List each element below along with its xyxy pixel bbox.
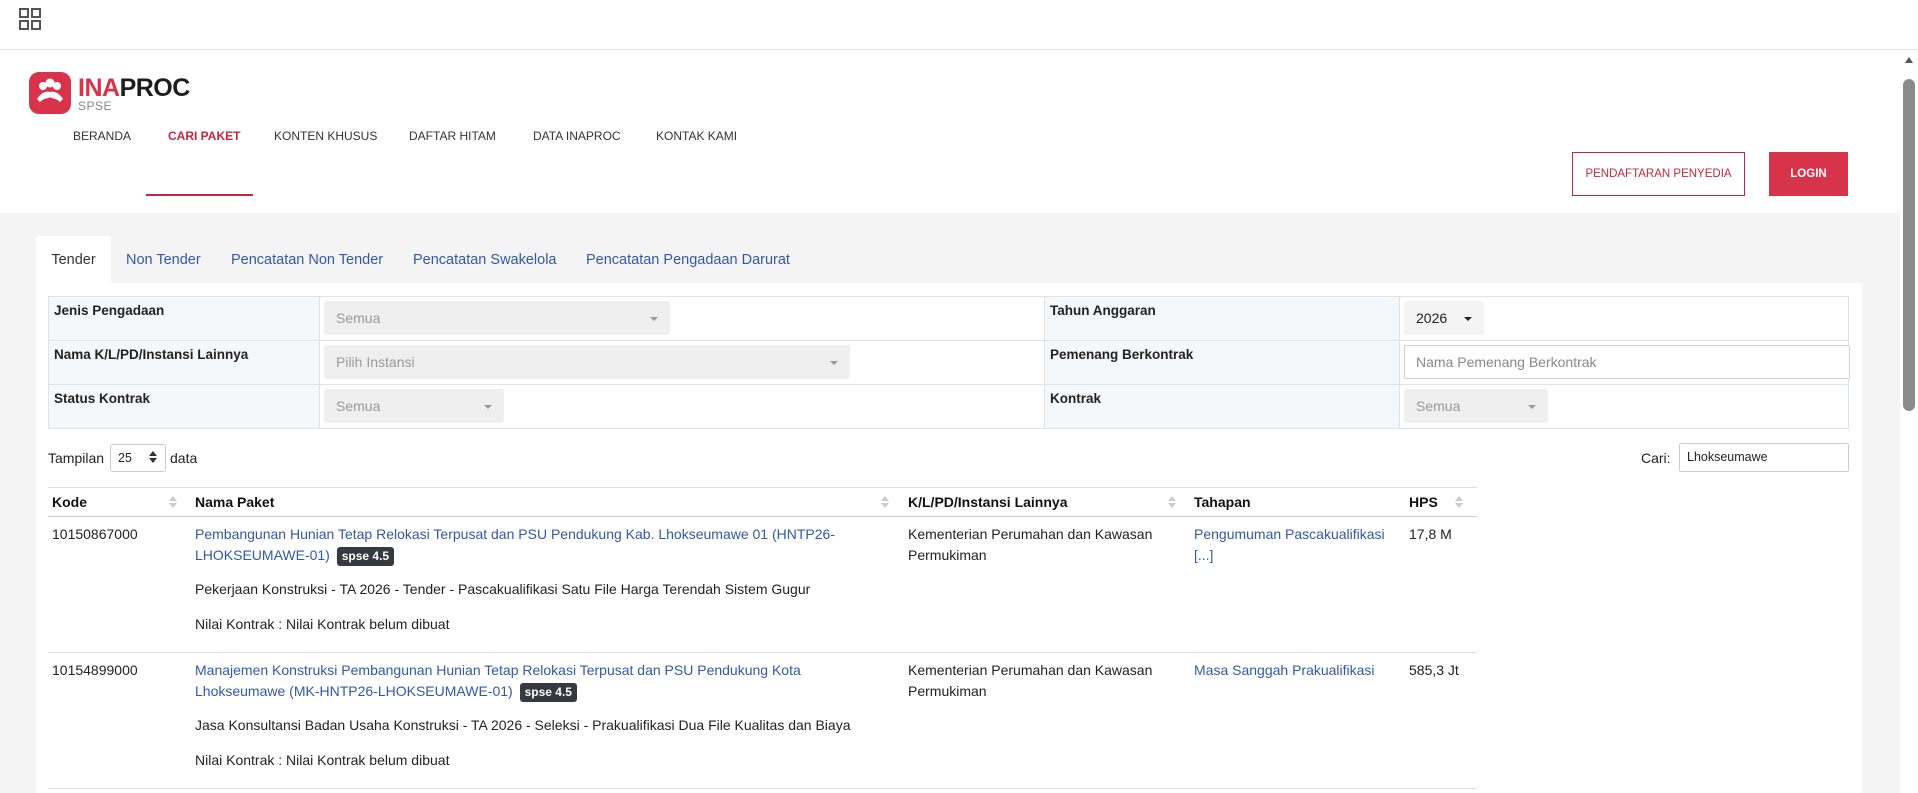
column-header-hps[interactable]: HPS [1409, 488, 1438, 518]
kontrak-label: Kontrak [1044, 384, 1400, 429]
instansi-value: Pilih Instansi [336, 354, 415, 370]
table-row: 10154899000 Manajemen Konstruksi Pembang… [48, 653, 1477, 789]
instansi-line: Permukiman [908, 683, 987, 699]
sort-icon[interactable] [1168, 496, 1176, 510]
row-nilai-kontrak: Nilai Kontrak : Nilai Kontrak belum dibu… [195, 752, 450, 768]
chevron-down-icon [484, 405, 492, 409]
page-length-label: Tampilan [48, 450, 105, 466]
spse-version-badge: spse 4.5 [336, 547, 395, 566]
jenis-pengadaan-cell: Semua [319, 296, 1045, 341]
page-length-select[interactable]: 25 [110, 444, 166, 472]
column-header-kode[interactable]: Kode [52, 488, 87, 518]
row-kode: 10154899000 [52, 662, 138, 678]
status-kontrak-value: Semua [336, 398, 381, 414]
row-nama-paket: Manajemen Konstruksi Pembangunan Hunian … [195, 660, 885, 702]
tab-tender[interactable]: Tender [36, 236, 111, 284]
jenis-pengadaan-label: Jenis Pengadaan [48, 296, 320, 341]
tahun-anggaran-select[interactable]: 2026 [1404, 301, 1484, 335]
tab-pencatatan-pengadaan-darurat[interactable]: Pencatatan Pengadaan Darurat [586, 250, 790, 284]
row-description: Jasa Konsultansi Badan Usaha Konstruksi … [195, 717, 851, 733]
instansi-label: Nama K/L/PD/Instansi Lainnya [48, 340, 320, 385]
nav-beranda[interactable]: BERANDA [73, 100, 131, 146]
column-header-nama-paket[interactable]: Nama Paket [195, 488, 274, 518]
jenis-pengadaan-value: Semua [336, 310, 381, 326]
people-handshake-icon [29, 72, 71, 114]
page-length-value: 25 [118, 451, 132, 465]
search-input[interactable]: Lhokseumawe [1679, 443, 1849, 472]
row-instansi: Kementerian Perumahan dan Kawasan Permuk… [908, 660, 1178, 702]
search-label: Cari: [1641, 450, 1671, 466]
filter-table: Jenis Pengadaan Semua Tahun Anggaran 202… [48, 296, 1850, 429]
tahapan-more-link[interactable]: [...] [1194, 547, 1213, 563]
chevron-down-icon [650, 317, 658, 321]
chevron-down-icon [1464, 317, 1472, 321]
instansi-line: Kementerian Perumahan dan Kawasan [908, 526, 1153, 542]
nav-konten-khusus[interactable]: KONTEN KHUSUS [274, 100, 377, 146]
tab-pencatatan-non-tender[interactable]: Pencatatan Non Tender [231, 250, 383, 284]
row-nama-paket: Pembangunan Hunian Tetap Relokasi Terpus… [195, 524, 885, 566]
table-header: Kode Nama Paket K/L/PD/Instansi Lainnya … [48, 487, 1477, 517]
nav-kontak-kami[interactable]: KONTAK KAMI [656, 100, 737, 146]
jenis-pengadaan-select[interactable]: Semua [324, 301, 670, 335]
tahapan-link[interactable]: Pengumuman Pascakualifikasi [1194, 526, 1385, 542]
row-hps: 17,8 M [1409, 526, 1452, 542]
tab-pencatatan-swakelola[interactable]: Pencatatan Swakelola [413, 250, 557, 284]
tahun-anggaran-label: Tahun Anggaran [1044, 296, 1400, 341]
sort-icon[interactable] [881, 496, 889, 510]
data-label: data [170, 450, 198, 466]
results-table: Kode Nama Paket K/L/PD/Instansi Lainnya … [48, 487, 1477, 789]
row-nilai-kontrak: Nilai Kontrak : Nilai Kontrak belum dibu… [195, 616, 450, 632]
chevron-down-icon [1528, 405, 1536, 409]
row-tahapan: Pengumuman Pascakualifikasi [...] [1194, 524, 1399, 566]
login-button[interactable]: LOGIN [1769, 152, 1848, 196]
nav-cari-paket[interactable]: CARI PAKET [168, 100, 240, 146]
paket-link-cont[interactable]: Lhokseumawe (MK-HNTP26-LHOKSEUMAWE-01) [195, 683, 513, 699]
status-kontrak-cell: Semua [319, 384, 1045, 429]
spse-version-badge: spse 4.5 [519, 683, 577, 702]
tahapan-link[interactable]: Masa Sanggah Prakualifikasi [1194, 662, 1375, 678]
table-row: 10150867000 Pembangunan Hunian Tetap Rel… [48, 517, 1477, 653]
paket-link-cont[interactable]: LHOKSEUMAWE-01) [195, 547, 330, 563]
instansi-select[interactable]: Pilih Instansi [324, 345, 850, 379]
row-instansi: Kementerian Perumahan dan Kawasan Permuk… [908, 524, 1178, 566]
paket-link[interactable]: Manajemen Konstruksi Pembangunan Hunian … [195, 662, 801, 678]
grid-apps-icon[interactable] [19, 8, 41, 30]
nav-data-inaproc[interactable]: DATA INAPROC [533, 100, 621, 146]
sort-icon[interactable] [1455, 496, 1463, 510]
kontrak-cell: Semua [1399, 384, 1849, 429]
tahun-anggaran-cell: 2026 [1399, 296, 1849, 341]
scroll-thumb[interactable] [1903, 79, 1915, 411]
register-provider-button[interactable]: PENDAFTARAN PENYEDIA [1572, 152, 1745, 196]
page-scrollbar[interactable] [1900, 51, 1918, 793]
column-header-tahapan[interactable]: Tahapan [1194, 488, 1251, 518]
instansi-line: Permukiman [908, 547, 987, 563]
instansi-line: Kementerian Perumahan dan Kawasan [908, 662, 1153, 678]
status-kontrak-label: Status Kontrak [48, 384, 320, 429]
kontrak-select[interactable]: Semua [1404, 389, 1548, 423]
kontrak-value: Semua [1416, 398, 1461, 414]
status-kontrak-select[interactable]: Semua [324, 389, 504, 423]
pemenang-label: Pemenang Berkontrak [1044, 340, 1400, 385]
row-description: Pekerjaan Konstruksi - TA 2026 - Tender … [195, 581, 811, 597]
browser-topbar [0, 0, 1918, 50]
tahun-anggaran-value: 2026 [1416, 310, 1448, 326]
brand-name: INAPROC [78, 74, 190, 102]
up-down-arrows-icon [149, 451, 157, 463]
tab-non-tender[interactable]: Non Tender [126, 250, 201, 284]
pemenang-input[interactable]: Nama Pemenang Berkontrak [1404, 345, 1850, 379]
chevron-down-icon [830, 361, 838, 365]
column-header-instansi[interactable]: K/L/PD/Instansi Lainnya [908, 488, 1067, 518]
pemenang-cell: Nama Pemenang Berkontrak [1399, 340, 1850, 385]
sort-icon[interactable] [169, 496, 177, 510]
paket-link[interactable]: Pembangunan Hunian Tetap Relokasi Terpus… [195, 526, 835, 542]
scroll-up-arrow-icon[interactable] [1905, 57, 1913, 63]
row-hps: 585,3 Jt [1409, 662, 1459, 678]
row-tahapan: Masa Sanggah Prakualifikasi [1194, 660, 1399, 681]
nav-active-indicator [146, 194, 253, 196]
instansi-cell: Pilih Instansi [319, 340, 1045, 385]
nav-daftar-hitam[interactable]: DAFTAR HITAM [409, 100, 496, 146]
row-kode: 10150867000 [52, 526, 138, 542]
